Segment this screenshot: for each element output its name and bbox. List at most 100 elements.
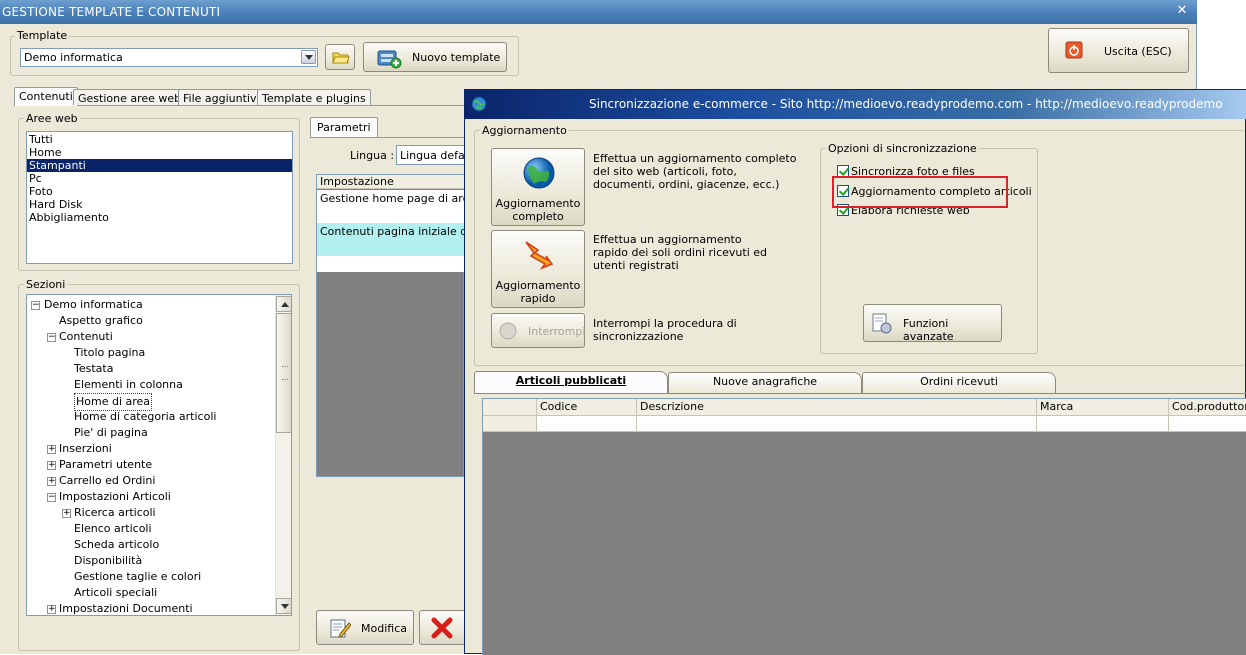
tree-node-label: Impostazioni Documenti: [59, 602, 193, 615]
grid-header-descrizione[interactable]: Descrizione: [637, 399, 1037, 416]
expand-icon[interactable]: +: [47, 605, 56, 614]
collapse-icon[interactable]: −: [31, 301, 40, 310]
aree-web-item[interactable]: Home: [27, 146, 292, 159]
desc-line: Interrompi la procedura di: [593, 317, 737, 330]
grid-header-cod-produttore[interactable]: Cod.produttore: [1169, 399, 1246, 416]
tree-node-label: Pie' di pagina: [74, 426, 148, 439]
tree-node-label: Impostazioni Articoli: [59, 490, 171, 503]
parametri-grid-header: Impostazione: [317, 175, 465, 189]
tabs-baseline: [474, 393, 1246, 394]
aree-web-item[interactable]: Hard Disk: [27, 198, 292, 211]
completo-label-1: Aggiornamento: [495, 197, 581, 210]
delete-button[interactable]: [419, 610, 467, 645]
desc-line: rapido dei soli ordini ricevuti ed: [593, 246, 767, 259]
funzioni-avanzate-button[interactable]: Funzioni avanzate: [863, 304, 1002, 343]
exit-button[interactable]: Uscita (ESC): [1048, 28, 1189, 73]
power-icon: [1065, 41, 1083, 59]
tree-node-label: Contenuti: [59, 330, 113, 343]
parametri-grid: Impostazione Gestione home page di area …: [316, 174, 492, 477]
grid-cell[interactable]: [1037, 416, 1169, 432]
sezioni-scrollbar[interactable]: [275, 295, 291, 615]
expand-icon[interactable]: +: [47, 477, 56, 486]
tab-parametri[interactable]: Parametri: [310, 117, 378, 137]
highlight-box: [832, 176, 1008, 208]
new-template-icon: [377, 50, 402, 69]
tree-node-label: Demo informatica: [44, 298, 143, 311]
desc-line: del sito web (articoli, foto,: [593, 165, 737, 178]
scroll-up-button[interactable]: [276, 296, 291, 312]
rapido-label-2: rapido: [520, 292, 556, 305]
main-tabs-line: [14, 105, 464, 106]
grid-header-codice[interactable]: Codice: [537, 399, 637, 416]
grid-cell[interactable]: [1169, 416, 1246, 432]
aree-web-list[interactable]: Tutti Home Stampanti Pc Foto Hard Disk Abbigli…: [26, 131, 293, 264]
collapse-icon[interactable]: −: [47, 493, 56, 502]
new-template-button[interactable]: Nuovo template: [363, 42, 507, 72]
aree-web-legend: Aree web: [24, 112, 80, 125]
tree-node-label: Scheda articolo: [74, 538, 160, 551]
edit-icon: [330, 619, 351, 638]
tree-node-label: Parametri utente: [59, 458, 153, 471]
desc-interrompi: Interrompi la procedura di sincronizzazi…: [593, 317, 737, 343]
aggiornamento-legend: Aggiornamento: [480, 124, 569, 137]
aree-web-item[interactable]: Stampanti: [27, 159, 292, 172]
articoli-grid: Codice Descrizione Marca Cod.produttore: [482, 398, 1246, 655]
lingua-select[interactable]: Lingua defau: [396, 145, 472, 165]
opzioni-legend: Opzioni di sincronizzazione: [826, 142, 979, 155]
sezioni-legend: Sezioni: [24, 278, 68, 291]
expand-icon[interactable]: +: [62, 509, 71, 518]
modifica-button[interactable]: Modifica: [316, 610, 414, 645]
aree-web-item[interactable]: Pc: [27, 172, 292, 185]
grid-cell[interactable]: [537, 416, 637, 432]
tree-node-label: Articoli speciali: [74, 586, 158, 599]
template-select-value: Demo informatica: [24, 51, 123, 64]
tab-contenuti[interactable]: Contenuti: [14, 87, 78, 106]
aree-web-item[interactable]: Abbigliamento: [27, 211, 292, 224]
grid-cell[interactable]: [637, 416, 1037, 432]
scroll-down-button[interactable]: [276, 598, 291, 614]
parametri-line: [310, 137, 464, 138]
grid-header-marca[interactable]: Marca: [1037, 399, 1169, 416]
tree-node-label: Aspetto grafico: [59, 314, 143, 327]
interrompi-button[interactable]: Interrompi: [491, 313, 585, 348]
tree-node-label: Disponibilità: [74, 554, 143, 567]
desc-line: Effettua un aggiornamento: [593, 233, 742, 246]
new-template-label: Nuovo template: [412, 51, 501, 64]
parametri-row-selected[interactable]: Contenuti pagina iniziale di are: [317, 223, 492, 255]
tab-template-e-plugins[interactable]: Template e plugins: [257, 89, 371, 105]
tree-node-label: Carrello ed Ordini: [59, 474, 156, 487]
tree-node-label: Elenco articoli: [74, 522, 152, 535]
close-icon[interactable]: ✕: [1174, 3, 1190, 19]
template-select[interactable]: Demo informatica: [20, 48, 318, 67]
desc-line: utenti registrati: [593, 259, 679, 272]
aggiornamento-completo-button[interactable]: Aggiornamento completo: [491, 148, 585, 226]
desc-rapido: Effettua un aggiornamento rapido dei sol…: [593, 233, 767, 272]
sezioni-tree[interactable]: − Demo informatica Aspetto grafico − Contenu…: [26, 294, 292, 616]
tab-file-aggiuntivi[interactable]: File aggiuntivi: [178, 89, 265, 105]
desc-line: documenti, ordini, giacenze, ecc.): [593, 178, 780, 191]
tab-articoli-pubblicati[interactable]: Articoli pubblicati: [474, 371, 668, 393]
tab-ordini-ricevuti[interactable]: Ordini ricevuti: [862, 372, 1056, 393]
aree-web-item[interactable]: Tutti: [27, 133, 292, 146]
desc-completo: Effettua un aggiornamento completo del s…: [593, 152, 796, 191]
desc-line: sincronizzazione: [593, 330, 684, 343]
open-folder-button[interactable]: [325, 44, 355, 70]
expand-icon[interactable]: +: [47, 461, 56, 470]
collapse-icon[interactable]: −: [47, 333, 56, 342]
folder-icon: [332, 52, 350, 64]
exit-label: Uscita (ESC): [1104, 45, 1172, 58]
aggiornamento-rapido-button[interactable]: Aggiornamento rapido: [491, 230, 585, 308]
lightning-icon: [525, 241, 554, 270]
grid-row-header: [483, 416, 537, 432]
stop-icon: [499, 322, 517, 340]
tree-node-label: Elementi in colonna: [74, 378, 183, 391]
lingua-label: Lingua :: [350, 149, 395, 162]
expand-icon[interactable]: +: [47, 445, 56, 454]
scroll-thumb[interactable]: [276, 313, 291, 433]
tab-nuove-anagrafiche[interactable]: Nuove anagrafiche: [668, 372, 862, 393]
parametri-row[interactable]: Gestione home page di area: [317, 190, 476, 223]
parametri-row-label: Gestione home page di area: [320, 192, 477, 205]
chevron-down-icon[interactable]: [301, 50, 316, 64]
aree-web-item[interactable]: Foto: [27, 185, 292, 198]
tab-gestione-aree-web[interactable]: Gestione aree web: [73, 89, 187, 105]
